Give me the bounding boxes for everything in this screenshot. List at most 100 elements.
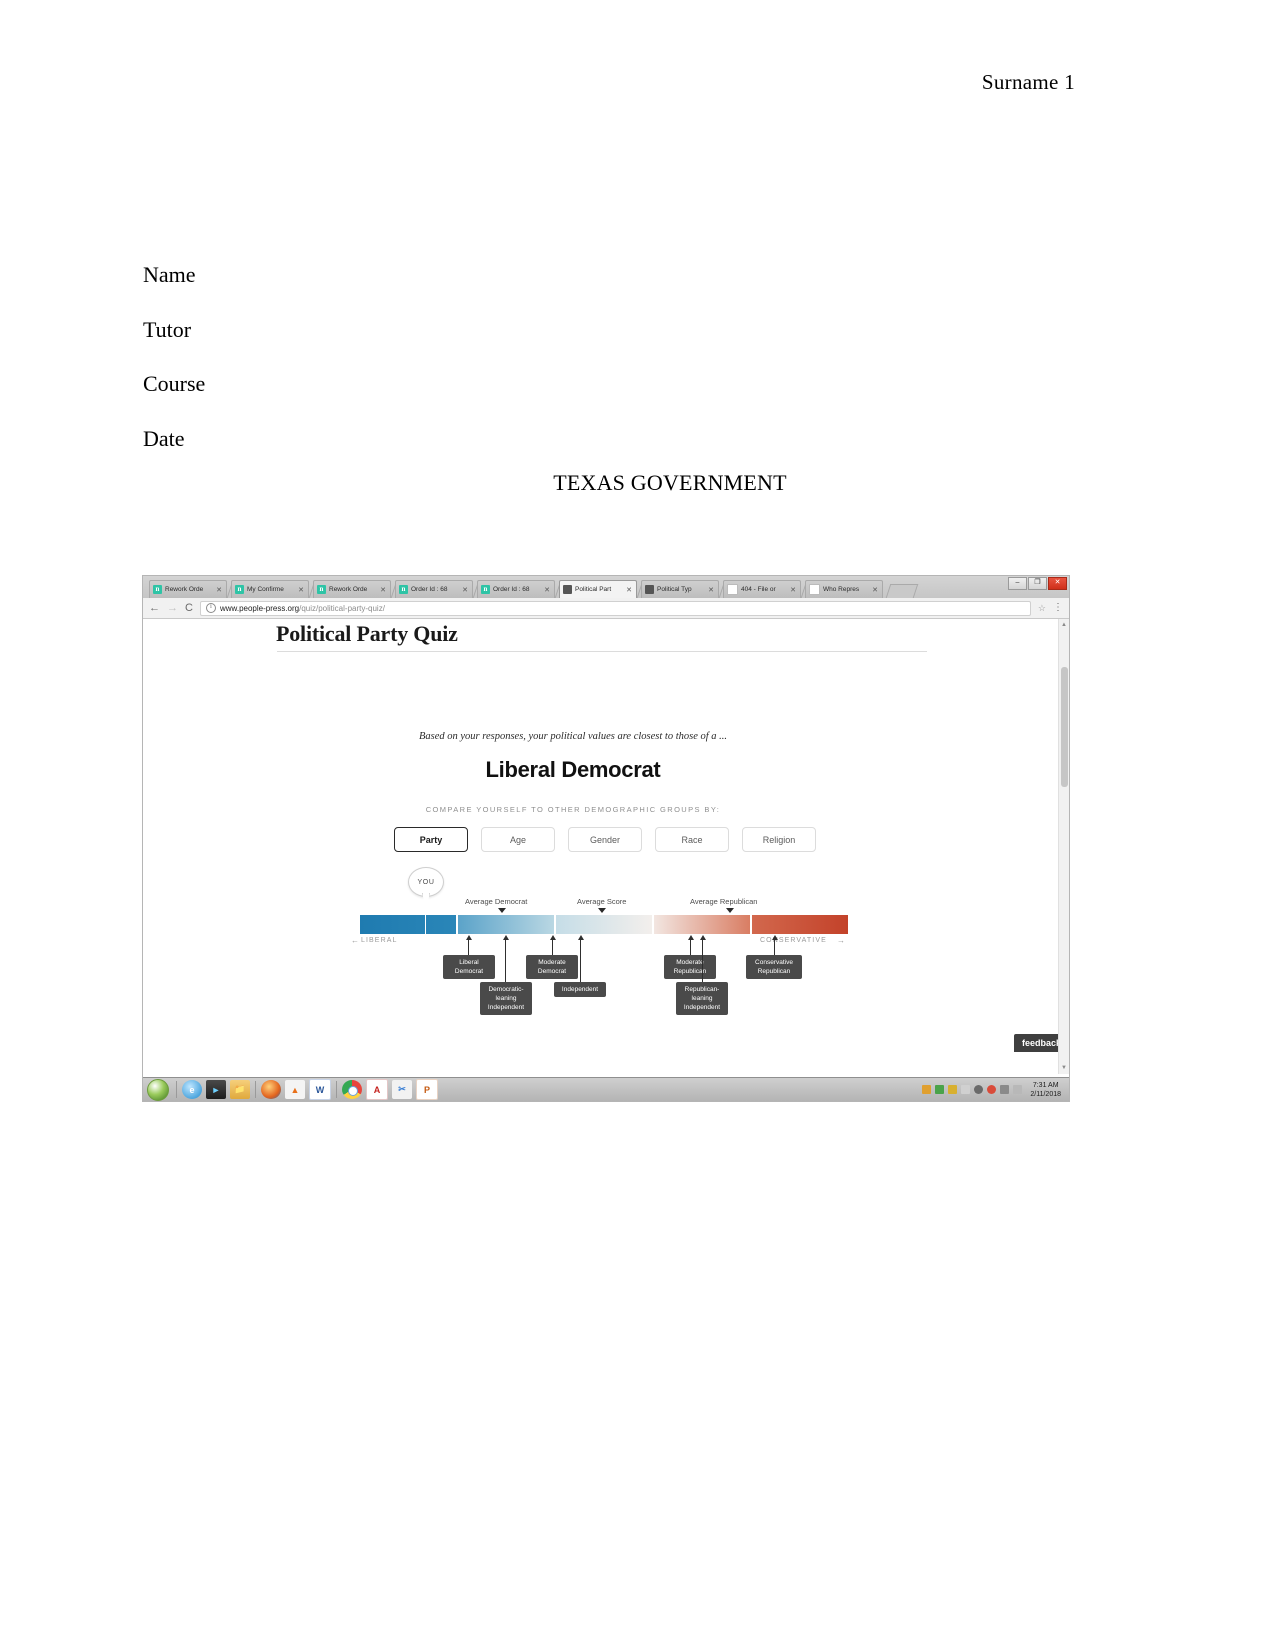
pew-icon — [645, 585, 654, 594]
spectrum-bar — [360, 915, 848, 934]
tab-label: 404 - File or — [741, 586, 776, 593]
close-icon[interactable]: ✕ — [871, 586, 879, 594]
tab-race[interactable]: Race — [655, 827, 729, 852]
chrome-menu-icon[interactable]: ⋮ — [1053, 603, 1063, 613]
maximize-button[interactable]: ❐ — [1028, 577, 1047, 590]
page-header-surname: Surname 1 — [981, 70, 1075, 94]
tab-label: Rework Orde — [329, 586, 368, 593]
browser-tab-8[interactable]: Who Repres ✕ — [805, 580, 883, 598]
url-text: www.people-press.org/quiz/political-part… — [220, 604, 385, 613]
chrome-icon[interactable] — [342, 1080, 362, 1099]
chip-pin — [577, 935, 584, 984]
chip-pin — [699, 935, 706, 984]
taskbar-separator — [176, 1081, 177, 1098]
browser-tab-7[interactable]: 404 - File or ✕ — [723, 580, 801, 598]
spectrum-segment-liberal — [360, 915, 456, 934]
page-title: Political Party Quiz — [276, 621, 458, 646]
heading-line-tutor: Tutor — [143, 316, 192, 342]
close-icon[interactable]: ✕ — [379, 586, 387, 594]
chip-moderate-republican: Moderate Republican — [664, 955, 716, 979]
spectrum-segment-moderate — [556, 915, 652, 934]
snipping-tool-icon[interactable]: ✂ — [392, 1080, 412, 1099]
system-tray: 7:31 AM 2/11/2018 — [922, 1081, 1069, 1099]
new-tab-button[interactable] — [885, 584, 919, 598]
browser-tab-1[interactable]: My Confirme ✕ — [231, 580, 309, 598]
tab-label: Rework Orde — [165, 586, 204, 593]
close-icon[interactable]: ✕ — [461, 586, 469, 594]
app-icon — [153, 585, 162, 594]
forward-icon[interactable]: → — [167, 602, 178, 614]
result-headline: Liberal Democrat — [143, 757, 1061, 783]
tab-party[interactable]: Party — [394, 827, 468, 852]
volume-icon[interactable] — [974, 1085, 984, 1094]
browser-tab-2[interactable]: Rework Orde ✕ — [313, 580, 391, 598]
heading-line-course: Course — [143, 371, 206, 396]
start-button-icon[interactable] — [147, 1078, 169, 1101]
browser-tab-4[interactable]: Order Id : 68 ✕ — [477, 580, 555, 598]
close-icon[interactable]: ✕ — [543, 586, 551, 594]
browser-tab-5-active[interactable]: Political Part ✕ — [559, 580, 637, 598]
reload-icon[interactable]: C — [185, 602, 193, 614]
url-domain: www.people-press.org — [219, 603, 300, 613]
page-scrollbar[interactable]: ▲ ▼ — [1058, 619, 1069, 1074]
app-icon — [399, 585, 408, 594]
minimize-button[interactable]: – — [1008, 577, 1027, 590]
clock-date: 2/11/2018 — [1030, 1090, 1061, 1098]
site-info-icon[interactable]: i — [205, 603, 216, 613]
media-player-icon[interactable]: ► — [206, 1080, 226, 1099]
window-controls: – ❐ ✕ — [1008, 577, 1067, 590]
heading-line-name: Name — [143, 262, 196, 287]
close-icon[interactable]: ✕ — [297, 586, 305, 594]
powerpoint-icon[interactable]: P — [416, 1079, 438, 1100]
tab-gender[interactable]: Gender — [568, 827, 642, 852]
tab-religion[interactable]: Religion — [742, 827, 816, 852]
vlc-icon[interactable]: ▲ — [285, 1080, 305, 1099]
close-window-button[interactable]: ✕ — [1048, 577, 1067, 590]
tray-icon-4[interactable] — [961, 1085, 971, 1094]
firefox-icon[interactable] — [261, 1080, 281, 1099]
address-bar[interactable]: i www.people-press.org/quiz/political-pa… — [199, 600, 1031, 616]
scale-label-liberal: LIBERAL — [361, 937, 398, 944]
windows-taskbar: e ► 📁 ▲ W A ✂ P 7:31 AM 2/11/2018 — [143, 1077, 1069, 1101]
tab-age[interactable]: Age — [481, 827, 555, 852]
chip-pin — [502, 935, 509, 984]
average-score-arrow — [598, 908, 606, 913]
browser-tab-3[interactable]: Order Id : 68 ✕ — [395, 580, 473, 598]
word-icon[interactable]: W — [309, 1079, 331, 1100]
close-icon[interactable]: ✕ — [215, 586, 223, 594]
tray-icon-2[interactable] — [935, 1085, 945, 1094]
demographic-tabs: Party Age Gender Race Religion — [394, 827, 816, 852]
app-icon — [235, 585, 244, 594]
acrobat-icon[interactable]: A — [366, 1079, 388, 1100]
bookmark-star-icon[interactable]: ☆ — [1038, 603, 1046, 614]
url-path: /quiz/political-party-quiz/ — [299, 603, 385, 613]
taskbar-clock[interactable]: 7:31 AM 2/11/2018 — [1026, 1081, 1065, 1099]
browser-tab-strip: Rework Orde ✕ My Confirme ✕ Rework Orde … — [143, 576, 1069, 598]
compare-label-text: COMPARE YOURSELF TO OTHER DEMOGRAPHIC GR… — [425, 805, 721, 814]
flag-icon[interactable] — [1013, 1085, 1023, 1094]
tray-icon-1[interactable] — [922, 1085, 932, 1094]
close-icon[interactable]: ✕ — [707, 586, 715, 594]
average-republican-arrow — [726, 908, 734, 913]
scroll-up-icon[interactable]: ▲ — [1060, 621, 1068, 629]
tab-label: My Confirme — [247, 586, 284, 593]
tray-icon-3[interactable] — [948, 1085, 958, 1094]
page-icon — [809, 584, 820, 595]
browser-tab-6[interactable]: Political Typ ✕ — [641, 580, 719, 598]
file-explorer-icon[interactable]: 📁 — [230, 1080, 250, 1099]
internet-explorer-icon[interactable]: e — [182, 1080, 202, 1099]
back-icon[interactable]: ← — [149, 602, 160, 614]
close-icon[interactable]: ✕ — [625, 586, 633, 594]
close-icon[interactable]: ✕ — [789, 586, 797, 594]
liberal-arrow-icon: ← — [351, 936, 359, 945]
app-icon — [481, 585, 490, 594]
network-icon[interactable] — [1000, 1085, 1010, 1094]
action-center-icon[interactable] — [987, 1085, 997, 1094]
scroll-down-icon[interactable]: ▼ — [1060, 1064, 1068, 1072]
average-democrat-arrow — [498, 908, 506, 913]
scale-label-conservative: CONSERVATIVE — [760, 937, 827, 944]
you-marker-tail — [422, 893, 430, 909]
spectrum-segment-lean-liberal — [458, 915, 554, 934]
browser-tab-0[interactable]: Rework Orde ✕ — [149, 580, 227, 598]
scrollbar-thumb[interactable] — [1061, 667, 1068, 787]
